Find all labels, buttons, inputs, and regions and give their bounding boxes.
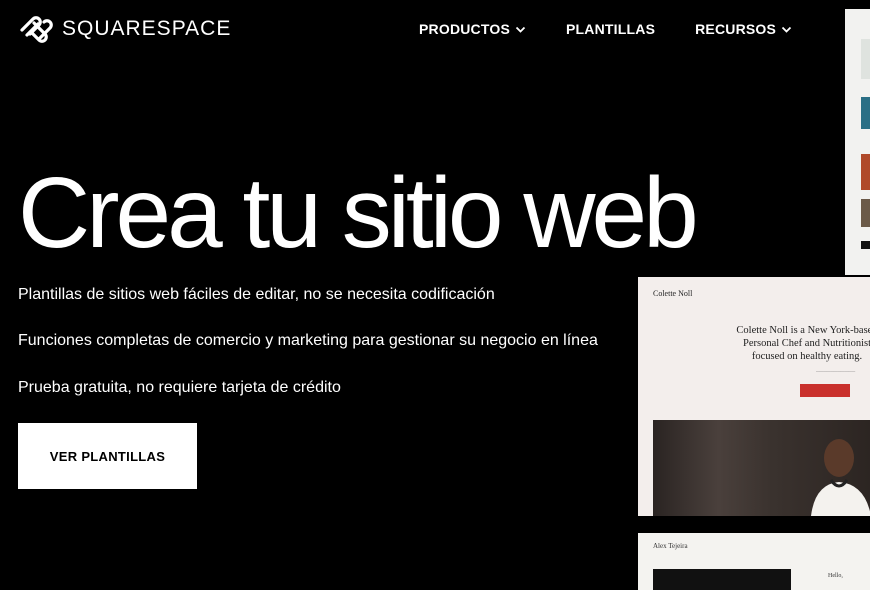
nav-recursos-label: RECURSOS: [695, 21, 777, 37]
preview-image: [861, 241, 870, 249]
preview-greeting: Hello,: [828, 573, 843, 579]
preview-image: [861, 39, 870, 79]
preview-subtext: ———————————: [816, 368, 856, 373]
feature-text: Funciones completas de comercio y market…: [18, 332, 598, 349]
feature-text: Prueba gratuita, no requiere tarjeta de …: [18, 379, 341, 396]
hero-title: Crea tu sitio web: [18, 157, 699, 269]
squarespace-logo-icon: [20, 16, 53, 43]
nav-recursos[interactable]: RECURSOS: [695, 20, 792, 38]
preview-image: [653, 569, 791, 590]
chevron-down-icon: [515, 26, 526, 33]
main-nav: PRODUCTOS PLANTILLAS RECURSOS: [419, 20, 792, 38]
nav-productos[interactable]: PRODUCTOS: [419, 20, 526, 38]
squarespace-logo[interactable]: SQUARESPACE: [18, 13, 231, 45]
nav-plantillas[interactable]: PLANTILLAS: [566, 20, 655, 38]
preview-headline: Colette Noll is a New York-based Persona…: [736, 325, 870, 362]
template-preview-colette[interactable]: Colette Noll Colette Noll is a New York-…: [638, 277, 870, 516]
nav-productos-label: PRODUCTOS: [419, 21, 510, 37]
preview-photo: [653, 420, 870, 516]
view-templates-button[interactable]: VER PLANTILLAS: [18, 423, 197, 489]
preview-brand: Colette Noll: [653, 289, 693, 298]
brand-name: SQUARESPACE: [62, 17, 232, 40]
preview-button: [800, 384, 850, 397]
template-preview-alex[interactable]: Alex Tejeira Hello,: [638, 533, 870, 590]
chevron-down-icon: [781, 26, 792, 33]
chef-portrait-image: [811, 439, 870, 516]
feature-text: Plantillas de sitios web fáciles de edit…: [18, 286, 495, 303]
nav-plantillas-label: PLANTILLAS: [566, 21, 656, 37]
preview-brand: Alex Tejeira: [653, 542, 688, 550]
preview-image: [861, 154, 870, 190]
template-preview-top[interactable]: [845, 9, 870, 275]
preview-image: [861, 97, 870, 129]
preview-image: [861, 199, 870, 227]
